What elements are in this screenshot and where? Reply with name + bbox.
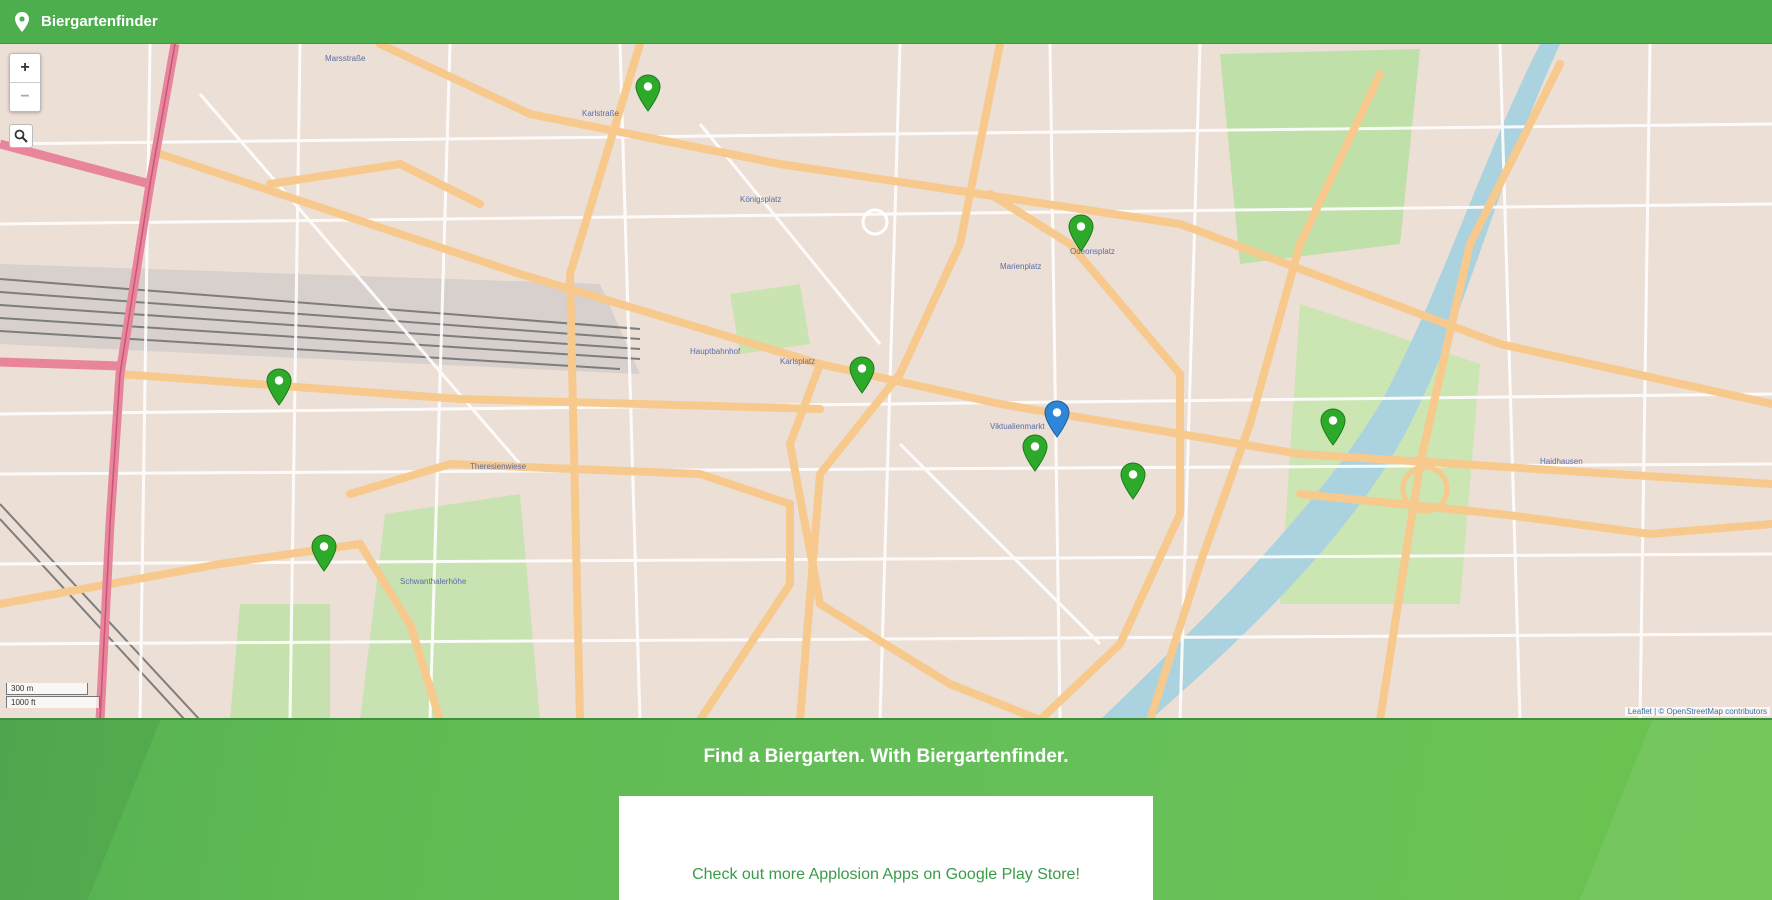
search-icon (14, 129, 28, 143)
zoom-out-button[interactable]: − (10, 82, 40, 111)
svg-text:Viktualienmarkt: Viktualienmarkt (990, 422, 1045, 431)
footer: Find a Biergarten. With Biergartenfinder… (0, 720, 1772, 900)
svg-text:Marsstraße: Marsstraße (325, 54, 366, 63)
svg-text:Karlstraße: Karlstraße (582, 109, 619, 118)
biergarten-marker[interactable] (266, 368, 292, 406)
biergarten-marker[interactable] (1022, 434, 1048, 472)
biergarten-marker[interactable] (311, 534, 337, 572)
map-attribution[interactable]: Leaflet | © OpenStreetMap contributors (1624, 707, 1770, 716)
play-store-link[interactable]: Check out more Applosion Apps on Google … (619, 866, 1153, 884)
svg-text:Hauptbahnhof: Hauptbahnhof (690, 347, 741, 356)
map-scale: 300 m 1000 ft (6, 682, 100, 708)
scale-imperial: 1000 ft (6, 696, 100, 708)
biergarten-marker[interactable] (1320, 408, 1346, 446)
footer-tagline: Find a Biergarten. With Biergartenfinder… (703, 746, 1069, 767)
map-view[interactable]: Marsstraße Karlstraße Königsplatz Odeonspl… (0, 44, 1772, 720)
svg-text:Königsplatz: Königsplatz (740, 195, 781, 204)
zoom-in-button[interactable]: + (10, 54, 40, 82)
svg-text:Schwanthalerhöhe: Schwanthalerhöhe (400, 577, 467, 586)
scale-metric: 300 m (6, 683, 88, 695)
svg-text:Theresienwiese: Theresienwiese (470, 462, 527, 471)
map-search-button[interactable] (9, 124, 33, 148)
biergarten-marker[interactable] (1068, 214, 1094, 252)
biergarten-marker[interactable] (635, 74, 661, 112)
svg-text:Haidhausen: Haidhausen (1540, 457, 1583, 466)
current-location-marker[interactable] (1044, 400, 1070, 438)
biergarten-marker[interactable] (1120, 462, 1146, 500)
app-title: Biergartenfinder (41, 13, 158, 30)
app-header: Biergartenfinder (0, 0, 1772, 44)
promo-box: Check out more Applosion Apps on Google … (619, 796, 1153, 900)
svg-text:Karlsplatz: Karlsplatz (780, 357, 815, 366)
svg-text:Marienplatz: Marienplatz (1000, 262, 1041, 271)
zoom-control: + − (9, 53, 41, 112)
map-pin-icon (15, 11, 29, 32)
biergarten-marker[interactable] (849, 356, 875, 394)
